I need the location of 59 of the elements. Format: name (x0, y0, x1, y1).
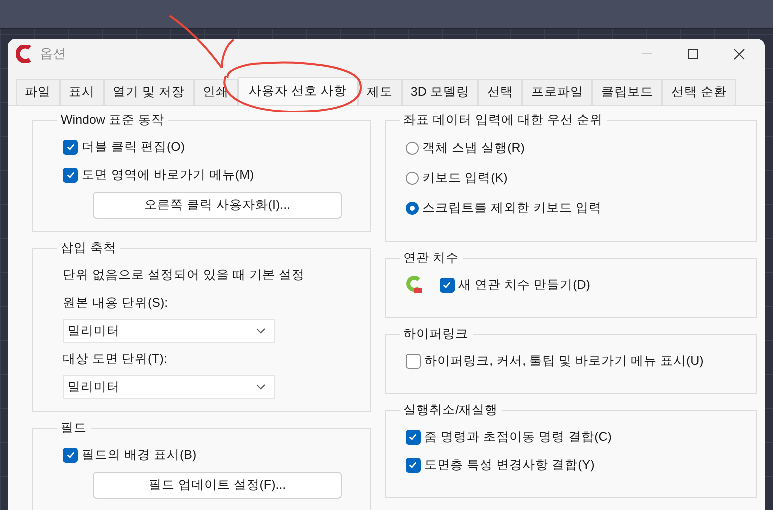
field-label: 원본 내용 단위(S): (63, 294, 168, 312)
tab[interactable]: 사용자 선호 사항 (238, 77, 358, 105)
unit-dropdown[interactable]: 밀리미터 (63, 319, 275, 343)
checkbox[interactable] (63, 448, 78, 462)
annotation-arrow (169, 15, 235, 69)
tab[interactable]: 프로파일 (522, 79, 592, 105)
checkbox[interactable] (63, 140, 78, 154)
checkmark-icon (66, 142, 76, 152)
tab[interactable]: 인쇄 (194, 79, 238, 105)
radio-button[interactable] (406, 202, 419, 214)
tab[interactable]: 클립보드 (592, 79, 662, 105)
tab[interactable]: 파일 (16, 79, 60, 105)
dialog-button[interactable]: 필드 업데이트 설정(F)... (93, 472, 342, 498)
caret-icon (256, 328, 266, 334)
dialog-button[interactable]: 오른쪽 클릭 사용자화(I)... (93, 192, 342, 218)
checkmark-icon (442, 280, 452, 290)
radio-button[interactable] (406, 142, 419, 154)
dimension-icon (406, 276, 422, 294)
checkmark-icon (408, 432, 418, 442)
radio-label: 객체 스냅 실행(R) (422, 140, 525, 156)
checkmark-icon (66, 450, 76, 460)
tab[interactable]: 3D 모델링 (402, 79, 478, 105)
tab[interactable]: 열기 및 저장 (104, 79, 194, 105)
group-title: 하이퍼링크 (402, 326, 470, 343)
close-icon[interactable] (734, 48, 745, 60)
checkbox[interactable] (406, 354, 421, 368)
caret-icon (256, 384, 266, 390)
checkbox-label: 필드의 배경 표시(B) (82, 446, 197, 464)
radio-label: 스크립트를 제외한 키보드 입력 (422, 200, 602, 216)
group-title: 연관 치수 (402, 250, 460, 267)
checkbox[interactable] (406, 458, 421, 472)
window-title: 옵션 (40, 45, 66, 63)
app-logo-icon (16, 45, 32, 63)
radio-label: 키보드 입력(K) (422, 170, 508, 186)
tab[interactable]: 선택 순환 (662, 79, 736, 105)
checkbox[interactable] (406, 430, 421, 444)
checkbox[interactable] (440, 278, 455, 292)
field-label: 단위 없음으로 설정되어 있을 때 기본 설정 (63, 266, 305, 284)
checkbox-label: 도면 영역에 바로가기 메뉴(M) (82, 166, 254, 184)
checkbox-label: 도면층 특성 변경사항 결합(Y) (424, 456, 595, 474)
tab[interactable]: 제도 (358, 79, 402, 105)
maximize-icon[interactable] (688, 49, 698, 59)
checkbox-label: 새 연관 치수 만들기(D) (458, 276, 590, 294)
group-title: 필드 (60, 420, 88, 437)
tab[interactable]: 표시 (60, 79, 104, 105)
group-title: 좌표 데이터 입력에 대한 우선 순위 (402, 112, 604, 129)
radio-button[interactable] (406, 172, 419, 184)
checkmark-icon (408, 460, 418, 470)
unit-dropdown[interactable]: 밀리미터 (63, 375, 275, 399)
checkbox-label: 더블 클릭 편집(O) (82, 138, 185, 156)
checkmark-icon (66, 170, 76, 180)
field-label: 대상 도면 단위(T): (63, 350, 168, 368)
group-title: Window 표준 동작 (60, 112, 166, 129)
checkbox[interactable] (63, 168, 78, 182)
tab[interactable]: 선택 (478, 79, 522, 105)
checkbox-label: 줌 명령과 초점이동 명령 결합(C) (424, 428, 612, 446)
group-title: 삽입 축척 (60, 240, 118, 257)
group-title: 실행취소/재실행 (402, 402, 500, 419)
checkbox-label: 하이퍼링크, 커서, 툴팁 및 바로가기 메뉴 표시(U) (424, 352, 704, 370)
